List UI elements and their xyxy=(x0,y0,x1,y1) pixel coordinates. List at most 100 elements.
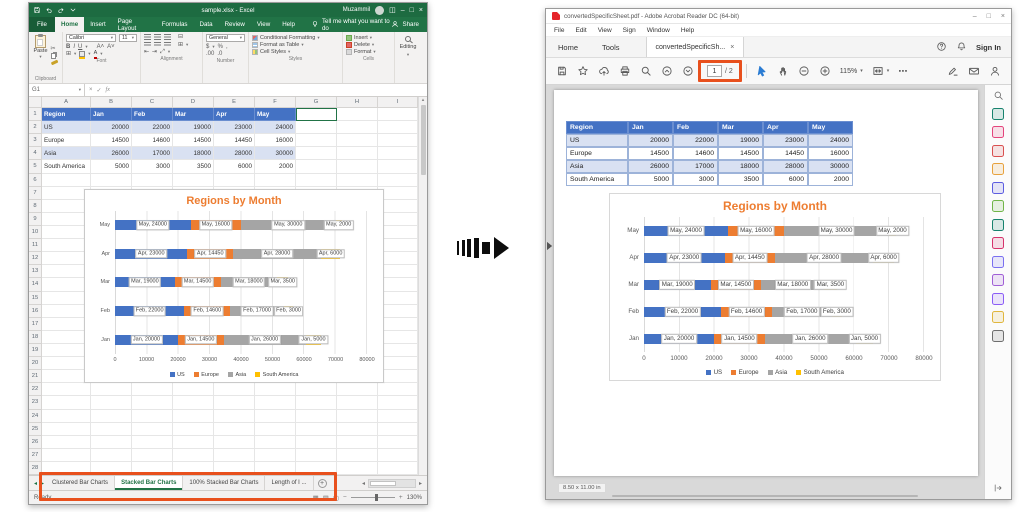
cell-G22[interactable] xyxy=(296,383,337,396)
cell-A25[interactable] xyxy=(42,423,91,436)
legend-item-us[interactable]: US xyxy=(706,369,722,376)
cut-icon[interactable]: ✂ xyxy=(51,46,58,52)
italic-button[interactable]: I xyxy=(73,44,75,50)
cell-H28[interactable] xyxy=(337,462,378,475)
font-size-select[interactable]: 11▾ xyxy=(119,34,137,42)
cell-C27[interactable] xyxy=(132,449,173,462)
cell-I15[interactable] xyxy=(378,292,418,305)
cell-A3[interactable]: Europe xyxy=(42,134,91,147)
document-tab[interactable]: convertedSpecificSh... × xyxy=(646,37,745,57)
cell-B4[interactable]: 26000 xyxy=(91,147,132,160)
avatar[interactable] xyxy=(375,6,384,15)
cell-I20[interactable] xyxy=(378,357,418,370)
excel-chart[interactable]: Regions by MonthMayMay, 24000May, 16000M… xyxy=(84,189,384,383)
row-header-1[interactable]: 1 xyxy=(29,108,42,121)
redo-icon[interactable] xyxy=(57,6,65,14)
hand-tool-icon[interactable] xyxy=(777,65,789,77)
paste-button[interactable]: Paste ▾ xyxy=(33,34,47,75)
legend-item-south-america[interactable]: South America xyxy=(796,369,844,376)
cell-I9[interactable] xyxy=(378,213,418,226)
row-header-26[interactable]: 26 xyxy=(29,436,42,449)
sidebar-tool-edit-pdf-icon[interactable] xyxy=(992,145,1004,157)
document-hscrollbar[interactable] xyxy=(612,495,919,497)
sidebar-tool-request-signatures-icon[interactable] xyxy=(992,274,1004,286)
wrap-text-icon[interactable]: ⊟ xyxy=(178,34,183,40)
cell-B24[interactable] xyxy=(91,410,132,423)
scroll-up-icon[interactable]: ▴ xyxy=(422,97,425,103)
tab-tools[interactable]: Tools xyxy=(590,37,632,57)
cell-F27[interactable] xyxy=(255,449,296,462)
cell-E3[interactable]: 14450 xyxy=(214,134,255,147)
zoom-caret-icon[interactable]: ▾ xyxy=(860,68,863,74)
increase-decimal-icon[interactable]: .00 xyxy=(206,51,214,57)
cell-D3[interactable]: 14500 xyxy=(173,134,214,147)
cell-I4[interactable] xyxy=(378,147,418,160)
cell-B2[interactable]: 20000 xyxy=(91,121,132,134)
increase-indent-icon[interactable]: ⇥ xyxy=(152,49,157,55)
decrease-font-button[interactable]: A˅ xyxy=(107,44,115,50)
row-header-17[interactable]: 17 xyxy=(29,318,42,331)
cell-A24[interactable] xyxy=(42,410,91,423)
row-header-11[interactable]: 11 xyxy=(29,239,42,252)
cell-E28[interactable] xyxy=(214,462,255,475)
row-header-14[interactable]: 14 xyxy=(29,278,42,291)
cell-I2[interactable] xyxy=(378,121,418,134)
cell-G6[interactable] xyxy=(296,174,337,187)
cell-I3[interactable] xyxy=(378,134,418,147)
cell-I11[interactable] xyxy=(378,239,418,252)
cell-D5[interactable]: 3500 xyxy=(173,160,214,173)
row-header-24[interactable]: 24 xyxy=(29,410,42,423)
help-icon[interactable] xyxy=(936,41,947,54)
zoom-in-icon[interactable] xyxy=(819,65,831,77)
select-all-corner[interactable] xyxy=(29,97,42,108)
copy-icon[interactable] xyxy=(51,53,56,59)
sidebar-tool-compress-pdf-icon[interactable] xyxy=(992,219,1004,231)
cell-B6[interactable] xyxy=(91,174,132,187)
insert-function-icon[interactable]: fx xyxy=(106,87,110,94)
menu-help[interactable]: Help xyxy=(681,27,694,34)
zoom-out-button[interactable]: − xyxy=(343,494,347,501)
row-header-10[interactable]: 10 xyxy=(29,226,42,239)
cell-H1[interactable] xyxy=(337,108,378,121)
comma-style-icon[interactable]: , xyxy=(226,44,228,50)
menu-file[interactable]: File xyxy=(554,27,564,34)
new-sheet-button[interactable]: + xyxy=(318,479,327,488)
cell-D28[interactable] xyxy=(173,462,214,475)
column-header-A[interactable]: A xyxy=(42,97,91,108)
cell-I12[interactable] xyxy=(378,252,418,265)
cell-C5[interactable]: 3000 xyxy=(132,160,173,173)
maximize-icon[interactable]: □ xyxy=(987,13,991,20)
cell-H3[interactable] xyxy=(337,134,378,147)
fit-caret-icon[interactable]: ▾ xyxy=(887,68,890,74)
page-layout-view-icon[interactable]: ▤ xyxy=(323,494,329,502)
cell-E1[interactable]: Apr xyxy=(214,108,255,121)
cell-E2[interactable]: 23000 xyxy=(214,121,255,134)
sidebar-tool-create-pdf-icon[interactable] xyxy=(992,126,1004,138)
cell-I19[interactable] xyxy=(378,344,418,357)
cell-C24[interactable] xyxy=(132,410,173,423)
ribbon-display-options-icon[interactable]: ◫ xyxy=(389,7,396,14)
merge-center-icon[interactable]: ⊞ xyxy=(178,42,183,48)
sidebar-tool-measure-icon[interactable] xyxy=(992,293,1004,305)
cancel-entry-icon[interactable]: × xyxy=(89,87,93,94)
sidebar-tool-organize-pages-icon[interactable] xyxy=(992,200,1004,212)
menu-view[interactable]: View xyxy=(598,27,612,34)
cell-B23[interactable] xyxy=(91,396,132,409)
align-middle-icon[interactable] xyxy=(154,34,161,40)
cell-E22[interactable] xyxy=(214,383,255,396)
lightbulb-icon[interactable] xyxy=(311,20,319,28)
legend-item-us[interactable]: US xyxy=(170,372,185,378)
ribbon-tab-page-layout[interactable]: Page Layout xyxy=(112,17,156,32)
notifications-bell-icon[interactable] xyxy=(956,41,967,54)
sheet-tab-length[interactable]: Length of I ... xyxy=(265,476,313,490)
hscroll-thumb[interactable] xyxy=(370,481,396,486)
row-header-21[interactable]: 21 xyxy=(29,370,42,383)
cell-F26[interactable] xyxy=(255,436,296,449)
cell-B27[interactable] xyxy=(91,449,132,462)
conditional-formatting-button[interactable]: Conditional Formatting▾ xyxy=(252,35,339,41)
menu-sign[interactable]: Sign xyxy=(623,27,636,34)
cell-C6[interactable] xyxy=(132,174,173,187)
align-center-icon[interactable] xyxy=(154,42,161,48)
cell-A23[interactable] xyxy=(42,396,91,409)
cell-F3[interactable]: 16000 xyxy=(255,134,296,147)
